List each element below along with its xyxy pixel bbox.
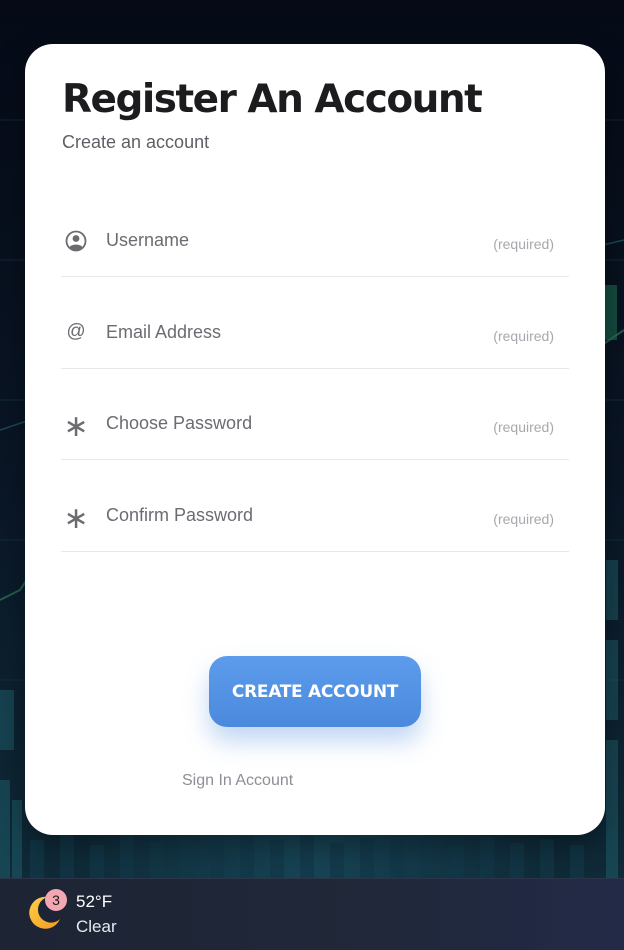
choose-password-input[interactable] — [106, 409, 466, 437]
email-field: @ (required) — [61, 308, 569, 369]
confirm-password-required-hint: (required) — [493, 511, 554, 527]
register-card: Register An Account Create an account (r… — [25, 44, 605, 835]
confirm-password-input[interactable] — [106, 501, 466, 529]
asterisk-icon: ∗ — [63, 501, 89, 535]
taskbar: 3 52°F Clear — [0, 878, 624, 950]
asterisk-icon: ∗ — [63, 409, 89, 443]
sign-in-link[interactable]: Sign In Account — [182, 772, 293, 790]
create-account-button[interactable]: CREATE ACCOUNT — [209, 656, 421, 727]
page-title: Register An Account — [62, 77, 483, 122]
page-subtitle: Create an account — [62, 132, 210, 152]
username-required-hint: (required) — [493, 236, 554, 252]
email-input[interactable] — [106, 318, 466, 346]
weather-temperature: 52°F — [76, 892, 113, 911]
weather-badge: 3 — [45, 889, 67, 911]
confirm-password-field: ∗ (required) — [61, 491, 569, 552]
email-required-hint: (required) — [493, 328, 554, 344]
username-input[interactable] — [106, 226, 466, 254]
weather-condition: Clear — [76, 917, 117, 936]
user-circle-icon — [65, 230, 87, 252]
at-sign-icon: @ — [66, 321, 86, 342]
username-field: (required) — [61, 216, 569, 277]
choose-password-field: ∗ (required) — [61, 399, 569, 460]
choose-password-required-hint: (required) — [493, 419, 554, 435]
